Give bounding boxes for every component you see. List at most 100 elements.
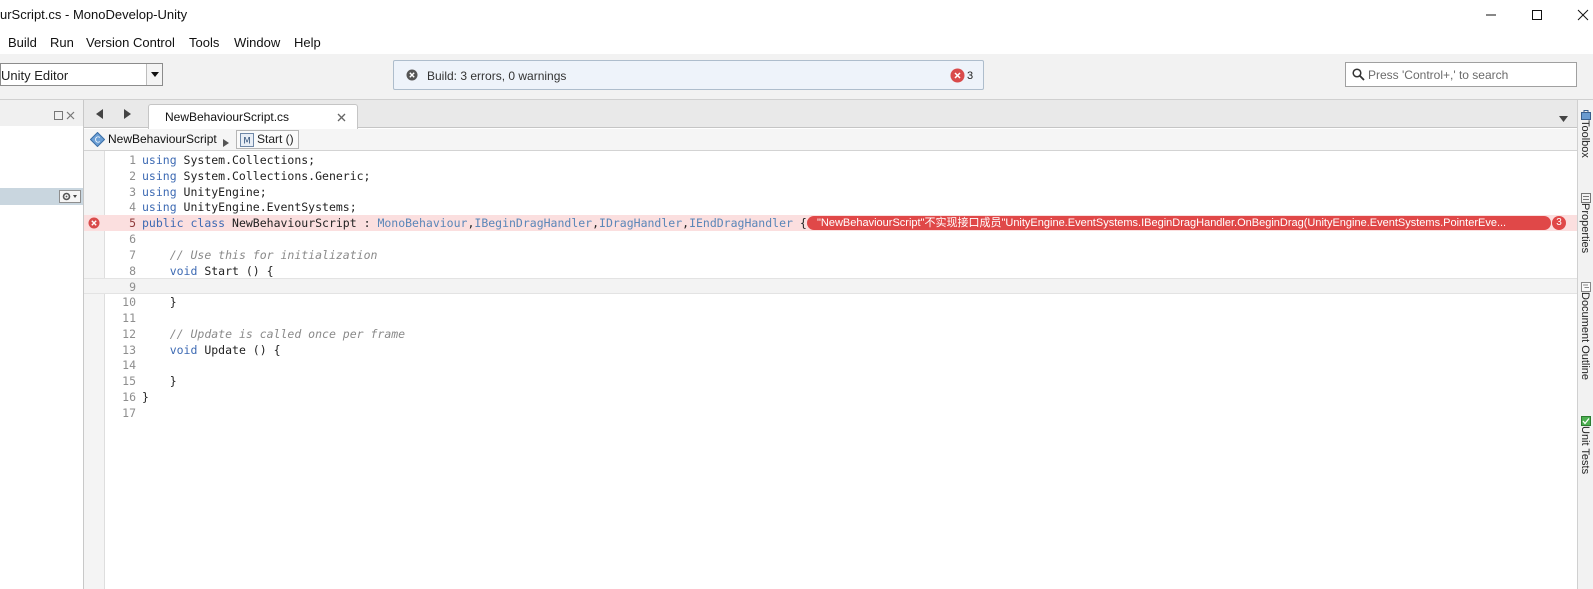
menu-window[interactable]: Window bbox=[234, 35, 280, 50]
menu-run[interactable]: Run bbox=[50, 35, 74, 50]
code-line[interactable]: 9 bbox=[84, 278, 1577, 295]
right-dock-bar: Toolbox Properties Document Outline Unit… bbox=[1577, 100, 1593, 589]
error-count-icon[interactable] bbox=[950, 68, 965, 86]
dock-label: Properties bbox=[1579, 203, 1591, 254]
dock-label: Document Outline bbox=[1579, 292, 1591, 381]
line-number: 6 bbox=[129, 232, 136, 246]
keyword-token: void bbox=[169, 263, 198, 278]
line-number: 4 bbox=[129, 200, 136, 215]
maximize-button[interactable] bbox=[1514, 0, 1560, 30]
maximize-icon bbox=[1532, 10, 1542, 20]
code-line[interactable]: 14 bbox=[84, 357, 1577, 373]
search-input[interactable] bbox=[1368, 66, 1572, 84]
menu-bar: Build Run Version Control Tools Window H… bbox=[0, 30, 1593, 54]
comment-token: // Update is called once per frame bbox=[169, 326, 406, 341]
path-method-name: Start () bbox=[257, 132, 294, 146]
monodevelop-window: urScript.cs - MonoDevelop-Unity Build Ru… bbox=[0, 0, 1593, 589]
pad-selected-row[interactable] bbox=[0, 188, 83, 205]
minimize-button[interactable] bbox=[1468, 0, 1514, 30]
text-token: { bbox=[792, 216, 807, 231]
configuration-select[interactable]: Unity Editor bbox=[0, 63, 163, 86]
code-line[interactable]: 11 bbox=[84, 310, 1577, 326]
dropdown-arrow-icon[interactable] bbox=[146, 64, 162, 85]
class-icon: C bbox=[89, 131, 106, 150]
pad-dock-icon[interactable] bbox=[54, 108, 63, 123]
tab-label: NewBehaviourScript.cs bbox=[165, 110, 290, 124]
line-number: 12 bbox=[122, 326, 136, 341]
keyword-token: using bbox=[142, 184, 177, 199]
code-line[interactable]: 12 // Update is called once per frame bbox=[84, 326, 1577, 342]
code-line[interactable]: 8 void Start () { bbox=[84, 263, 1577, 279]
code-text: using System.Collections.Generic; bbox=[142, 168, 371, 184]
close-button[interactable] bbox=[1560, 0, 1593, 30]
error-count[interactable]: 3 bbox=[967, 70, 973, 82]
text-token: } bbox=[142, 295, 177, 310]
line-number: 14 bbox=[122, 358, 136, 373]
code-line[interactable]: 15 } bbox=[84, 373, 1577, 389]
code-line[interactable]: 4 using UnityEngine.EventSystems; bbox=[84, 199, 1577, 215]
dock-label: Toolbox bbox=[1579, 120, 1591, 158]
code-line[interactable]: 3 using UnityEngine; bbox=[84, 184, 1577, 200]
navigate-forward-button[interactable] bbox=[120, 107, 134, 121]
keyword-token: class bbox=[190, 216, 226, 231]
code-line[interactable]: 7 // Use this for initialization bbox=[84, 247, 1577, 263]
line-number: 10 bbox=[122, 295, 136, 310]
code-line[interactable]: 17 bbox=[84, 405, 1577, 421]
gutter-error-icon[interactable] bbox=[88, 217, 100, 229]
line-number: 3 bbox=[129, 184, 136, 199]
code-text: using UnityEngine; bbox=[142, 184, 267, 200]
path-class-name[interactable]: NewBehaviourScript bbox=[108, 132, 217, 146]
menu-tools[interactable]: Tools bbox=[189, 35, 219, 50]
menu-build[interactable]: Build bbox=[8, 35, 37, 50]
code-line[interactable]: 6 bbox=[84, 231, 1577, 247]
code-text: void Start () { bbox=[142, 263, 274, 279]
code-text: void Update () { bbox=[142, 342, 281, 358]
line-number: 2 bbox=[129, 168, 136, 183]
menu-help[interactable]: Help bbox=[294, 35, 321, 50]
path-method-selector[interactable]: M Start () bbox=[236, 130, 299, 149]
main-toolbar: Unity Editor Build: 3 errors, 0 warnings… bbox=[0, 54, 1593, 100]
tab-newbehaviourscript[interactable]: NewBehaviourScript.cs bbox=[148, 104, 358, 129]
code-line[interactable]: 1 using System.Collections; bbox=[84, 152, 1577, 168]
line-number: 1 bbox=[129, 153, 136, 167]
code-text: using UnityEngine.EventSystems; bbox=[142, 199, 357, 215]
code-editor[interactable]: 1 using System.Collections; 2 using System.… bbox=[84, 151, 1577, 589]
text-token: System.Collections; bbox=[176, 153, 316, 167]
gear-icon[interactable] bbox=[59, 190, 81, 203]
svg-text:M: M bbox=[243, 137, 250, 147]
line-number: 13 bbox=[122, 342, 136, 357]
code-text: } bbox=[142, 373, 177, 389]
keyword-token: void bbox=[169, 342, 198, 357]
type-token: IDragHandler bbox=[599, 216, 683, 231]
text-token: Start () { bbox=[197, 263, 274, 278]
code-line[interactable]: 2 using System.Collections.Generic; bbox=[84, 168, 1577, 184]
close-tab-icon[interactable] bbox=[336, 111, 347, 126]
code-text: // Update is called once per frame bbox=[142, 326, 405, 342]
pad-close-icon[interactable] bbox=[66, 108, 75, 123]
document-tab-strip: NewBehaviourScript.cs bbox=[84, 100, 1577, 129]
minimize-icon bbox=[1486, 14, 1496, 16]
code-text: } bbox=[142, 294, 177, 310]
search-box[interactable] bbox=[1345, 62, 1577, 87]
text-token: UnityEngine; bbox=[176, 184, 267, 199]
code-text: // Use this for initialization bbox=[142, 247, 378, 263]
path-separator-icon bbox=[223, 135, 229, 150]
navigate-back-button[interactable] bbox=[92, 107, 106, 121]
window-title: urScript.cs - MonoDevelop-Unity bbox=[0, 7, 188, 22]
code-line[interactable]: 10 } bbox=[84, 294, 1577, 310]
tab-list-dropdown-icon[interactable] bbox=[1559, 110, 1568, 125]
text-token: UnityEngine.EventSystems; bbox=[176, 200, 357, 215]
error-bubble-count[interactable]: 3 bbox=[1552, 216, 1566, 231]
build-status-bar[interactable]: Build: 3 errors, 0 warnings 3 bbox=[393, 60, 984, 90]
code-line[interactable]: 16} bbox=[84, 389, 1577, 405]
code-line[interactable]: 5 public class NewBehaviourScript : MonoB… bbox=[84, 215, 1577, 232]
text-token: System.Collections.Generic; bbox=[176, 168, 371, 183]
error-message-bubble[interactable]: "NewBehaviourScript"不实现接口成员"UnityEngine.… bbox=[807, 216, 1551, 231]
text-token: NewBehaviourScript : bbox=[225, 216, 378, 231]
menu-version-control[interactable]: Version Control bbox=[86, 35, 175, 50]
code-line[interactable]: 13 void Update () { bbox=[84, 342, 1577, 358]
text-token: } bbox=[142, 390, 149, 404]
